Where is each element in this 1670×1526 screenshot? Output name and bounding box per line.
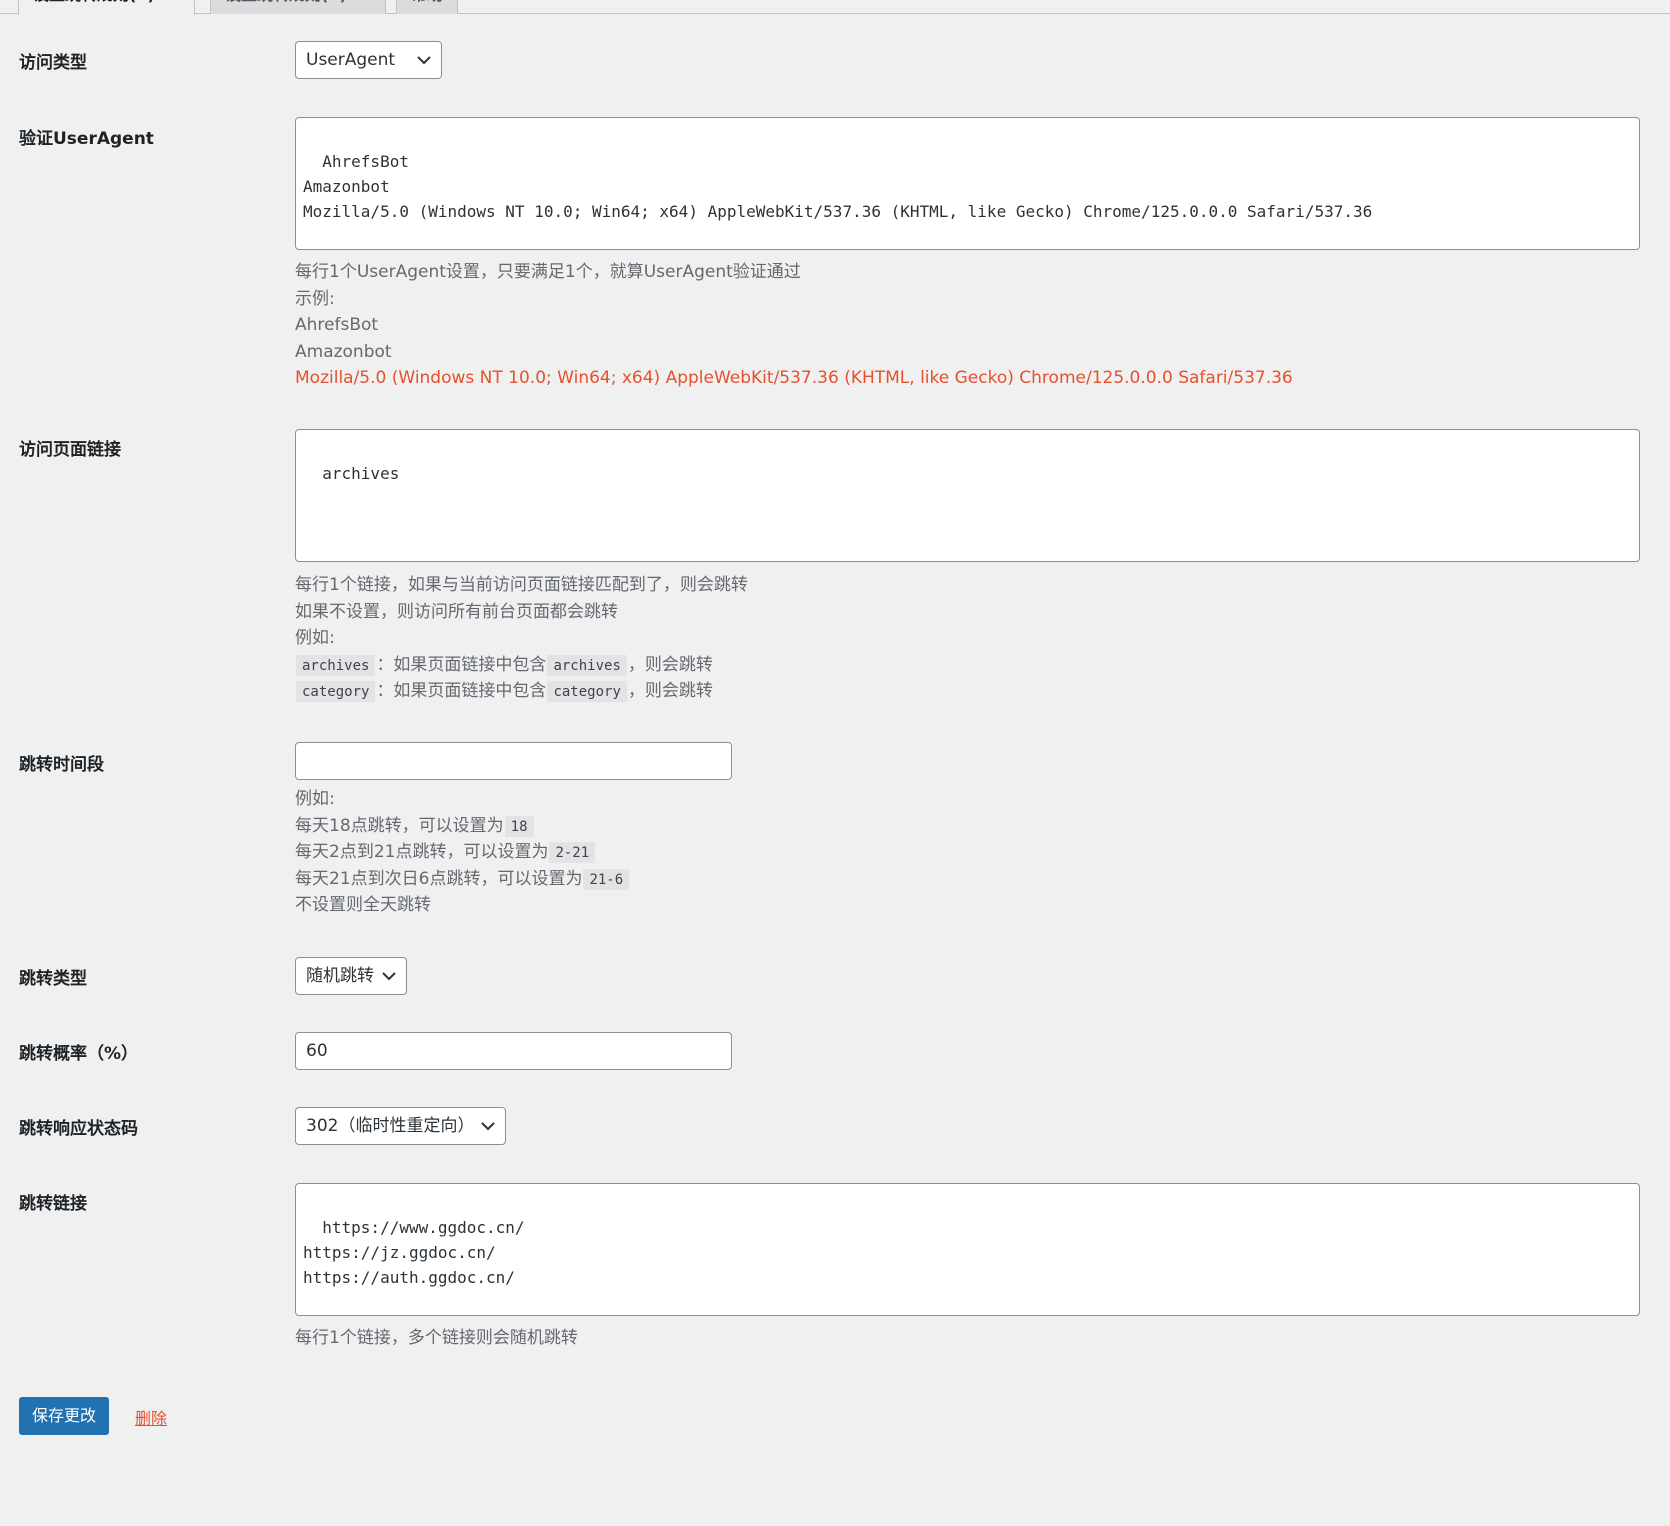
tab-help[interactable]: 帮助 <box>396 0 458 14</box>
delete-link[interactable]: 删除 <box>135 1405 167 1429</box>
code-snippet: 21-6 <box>583 868 630 890</box>
example-text: 每天2点到21点跳转，可以设置为 <box>295 842 549 862</box>
status-code-select[interactable]: 302（临时性重定向） <box>295 1107 506 1145</box>
redirect-links-value: https://www.ggdoc.cn/ https://jz.ggdoc.c… <box>303 1218 525 1287</box>
description-line: 每行1个链接，如果与当前访问页面链接匹配到了，则会跳转 <box>295 575 748 595</box>
highlighted-example-line: Mozilla/5.0 (Windows NT 10.0; Win64; x64… <box>295 368 1293 388</box>
page-links-description: 每行1个链接，如果与当前访问页面链接匹配到了，则会跳转 如果不设置，则访问所有前… <box>295 572 748 705</box>
redirect-links-description: 每行1个链接，多个链接则会随机跳转 <box>295 1325 578 1352</box>
description-line: 每行1个UserAgent设置，只要满足1个，就算UserAgent验证通过 <box>295 262 801 282</box>
tab-rule-2[interactable]: 设置跳转规则(2) <box>210 0 386 14</box>
redirect-links-label: 跳转链接 <box>19 1194 87 1214</box>
tab-rule-1[interactable]: 设置跳转规则(1) <box>18 0 195 15</box>
example-line: 每天2点到21点跳转，可以设置为 2-21 <box>295 839 630 866</box>
time-range-label: 跳转时间段 <box>19 755 104 775</box>
probability-label: 跳转概率（%） <box>19 1044 139 1064</box>
verify-ua-textarea[interactable]: AhrefsBot Amazonbot Mozilla/5.0 (Windows… <box>295 117 1640 250</box>
example-line: category ：如果页面链接中包含 category ，则会跳转 <box>295 678 748 705</box>
code-snippet: archives <box>547 654 627 676</box>
example-text: ，则会跳转 <box>627 654 713 675</box>
chevron-down-icon <box>481 1108 495 1144</box>
resize-grip-icon[interactable] <box>1627 1303 1637 1313</box>
time-range-input[interactable] <box>295 742 732 780</box>
example-line: archives ：如果页面链接中包含 archives ，则会跳转 <box>295 652 748 679</box>
redirect-type-label: 跳转类型 <box>19 969 87 989</box>
description-line: AhrefsBot <box>295 315 379 335</box>
description-line: 示例: <box>295 288 335 309</box>
redirect-type-select[interactable]: 随机跳转 <box>295 957 407 995</box>
code-snippet: category <box>296 681 376 702</box>
probability-input[interactable]: 60 <box>295 1032 732 1070</box>
description-line: 例如: <box>295 628 335 648</box>
page-links-label: 访问页面链接 <box>19 440 121 460</box>
redirect-type-value: 随机跳转 <box>306 966 374 986</box>
access-type-select[interactable]: UserAgent <box>295 41 442 79</box>
save-changes-button[interactable]: 保存更改 <box>19 1397 110 1435</box>
status-code-label: 跳转响应状态码 <box>19 1119 138 1139</box>
example-text: ，则会跳转 <box>627 681 713 701</box>
description-line: 如果不设置，则访问所有前台页面都会跳转 <box>295 601 618 622</box>
page-links-textarea[interactable]: archives <box>295 429 1640 562</box>
tab-bar: 设置跳转规则(1) 设置跳转规则(2) 帮助 <box>0 0 1670 15</box>
example-line: 每天21点到次日6点跳转，可以设置为 21-6 <box>295 866 630 893</box>
description-line: Amazonbot <box>295 341 392 362</box>
code-snippet: 18 <box>504 815 534 837</box>
resize-grip-icon[interactable] <box>1627 237 1637 247</box>
description-line: 例如: <box>295 789 335 809</box>
chevron-down-icon <box>382 958 396 994</box>
description-line: 每行1个链接，多个链接则会随机跳转 <box>295 1328 578 1348</box>
example-text: ：如果页面链接中包含 <box>376 681 547 701</box>
probability-value: 60 <box>306 1041 328 1061</box>
description-line: 不设置则全天跳转 <box>295 895 431 915</box>
example-text: ：如果页面链接中包含 <box>376 654 547 675</box>
example-text: 每天18点跳转，可以设置为 <box>295 815 504 836</box>
page-links-value: archives <box>322 464 400 483</box>
code-snippet: 2-21 <box>549 842 596 863</box>
code-snippet: category <box>547 681 627 702</box>
code-snippet: archives <box>296 654 376 676</box>
redirect-links-textarea[interactable]: https://www.ggdoc.cn/ https://jz.ggdoc.c… <box>295 1183 1640 1316</box>
example-line: 每天18点跳转，可以设置为 18 <box>295 813 630 840</box>
verify-ua-description: 每行1个UserAgent设置，只要满足1个，就算UserAgent验证通过 示… <box>295 259 1293 392</box>
status-code-value: 302（临时性重定向） <box>306 1116 475 1136</box>
access-type-value: UserAgent <box>306 50 396 70</box>
verify-ua-label: 验证UserAgent <box>19 129 154 149</box>
verify-ua-value: AhrefsBot Amazonbot Mozilla/5.0 (Windows… <box>303 152 1373 221</box>
time-range-description: 例如: 每天18点跳转，可以设置为 18 每天2点到21点跳转，可以设置为 2-21… <box>295 786 630 919</box>
resize-grip-icon[interactable] <box>1627 549 1637 559</box>
example-text: 每天21点到次日6点跳转，可以设置为 <box>295 868 583 889</box>
chevron-down-icon <box>417 42 431 78</box>
access-type-label: 访问类型 <box>19 53 87 73</box>
